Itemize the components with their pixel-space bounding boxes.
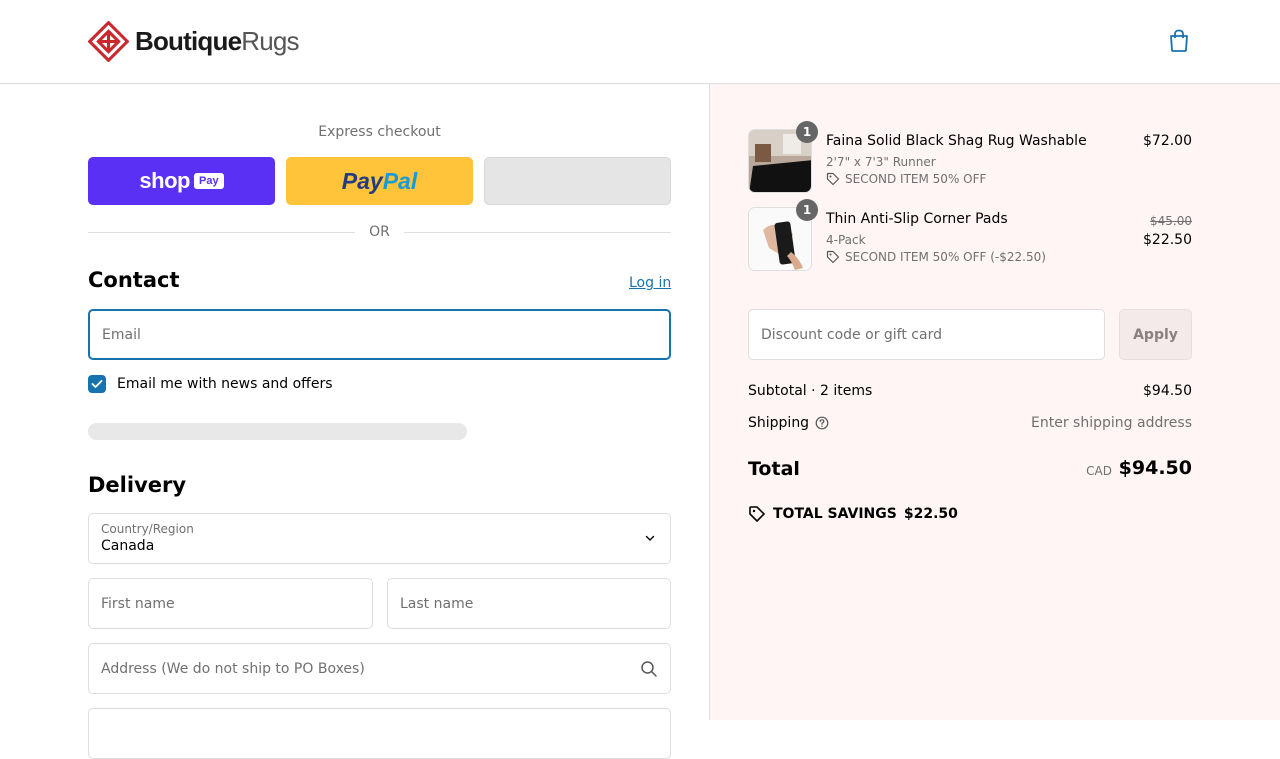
search-icon[interactable] — [640, 660, 658, 678]
log-in-link[interactable]: Log in — [629, 275, 671, 291]
total-row: Total CAD $94.50 — [748, 456, 1192, 484]
brand-name: BoutiqueRugs — [135, 26, 300, 57]
express-checkout-label: Express checkout — [318, 124, 441, 140]
divider-line — [88, 231, 356, 233]
cart-line-item: 1 Thin Anti-Slip Corner Pads 4-Pack SECO… — [748, 199, 1192, 271]
discount-code-input[interactable] — [749, 310, 1104, 359]
paypal-wordmark-part1: Pay — [341, 167, 383, 194]
loading-skeleton — [88, 423, 467, 440]
product-variant: 4-Pack — [826, 233, 866, 247]
tag-icon — [826, 250, 840, 264]
cart-button[interactable] — [1168, 29, 1192, 53]
delivery-heading: Delivery — [88, 473, 187, 497]
shipping-value: Enter shipping address — [1031, 415, 1192, 431]
brand-logo[interactable]: BoutiqueRugs — [88, 21, 300, 62]
first-name-field-wrapper — [88, 578, 373, 629]
subtotal-label: Subtotal · 2 items — [748, 383, 873, 399]
currency-code: CAD — [1086, 464, 1112, 478]
first-name-field[interactable] — [89, 579, 372, 628]
tag-icon — [826, 172, 840, 186]
chevron-down-icon — [645, 535, 655, 541]
shipping-label: Shipping — [748, 415, 810, 431]
news-offers-label: Email me with news and offers — [117, 376, 333, 392]
site-header: BoutiqueRugs — [0, 0, 1280, 84]
divider-line — [403, 231, 671, 233]
discount-code-field-wrapper — [748, 309, 1105, 360]
email-field[interactable] — [90, 311, 669, 358]
discount-tag-label: SECOND ITEM 50% OFF (-$22.50) — [845, 250, 1046, 264]
total-savings: TOTAL SAVINGS $22.50 — [748, 505, 958, 523]
discount-tag: SECOND ITEM 50% OFF — [826, 172, 986, 186]
shop-pay-wordmark: shop — [139, 168, 190, 193]
shopping-bag-icon — [1170, 29, 1188, 52]
cart-line-item: 1 Faina Solid Black Shag Rug Washable 2'… — [748, 121, 1192, 193]
product-name: Thin Anti-Slip Corner Pads — [826, 211, 1008, 227]
last-name-field-wrapper — [387, 578, 671, 629]
checkout-form-column: Express checkout shop Pay Pay Pal OR Cont… — [0, 84, 710, 759]
original-price: $45.00 — [1150, 214, 1192, 228]
subtotal-value: $94.50 — [1143, 383, 1192, 399]
brand-name-bold: Boutique — [135, 26, 242, 56]
shipping-row: Shipping Enter shipping address — [748, 415, 1192, 431]
shop-pay-badge: Pay — [193, 173, 224, 189]
product-price: $22.50 — [1143, 232, 1192, 248]
country-region-value: Canada — [101, 538, 155, 554]
express-payment-placeholder-button[interactable] — [484, 157, 671, 205]
paypal-wordmark-part2: Pal — [382, 167, 418, 194]
savings-label: TOTAL SAVINGS — [773, 506, 897, 522]
brand-name-regular: Rugs — [241, 26, 299, 56]
country-region-select[interactable]: Country/Region Canada — [88, 513, 671, 564]
or-divider: OR — [88, 224, 671, 240]
order-summary: 1 Faina Solid Black Shag Rug Washable 2'… — [710, 84, 1280, 720]
product-name: Faina Solid Black Shag Rug Washable — [826, 133, 1087, 149]
discount-tag: SECOND ITEM 50% OFF (-$22.50) — [826, 250, 1046, 264]
news-offers-checkbox[interactable] — [88, 375, 106, 393]
last-name-field[interactable] — [388, 579, 670, 628]
news-offers-checkbox-row[interactable]: Email me with news and offers — [88, 375, 333, 393]
country-region-label: Country/Region — [101, 522, 194, 536]
product-price: $72.00 — [1143, 133, 1192, 149]
apply-discount-button[interactable]: Apply — [1119, 309, 1192, 360]
checkmark-icon — [91, 380, 103, 388]
shop-pay-button[interactable]: shop Pay — [88, 157, 275, 205]
help-circle-icon[interactable] — [815, 416, 829, 430]
total-value: $94.50 — [1118, 457, 1192, 479]
quantity-badge: 1 — [796, 199, 818, 221]
paypal-button[interactable]: Pay Pal — [286, 157, 473, 205]
quantity-badge: 1 — [796, 121, 818, 143]
discount-tag-label: SECOND ITEM 50% OFF — [845, 172, 987, 186]
logo-mark-icon — [88, 21, 129, 62]
savings-value: $22.50 — [903, 506, 958, 522]
tag-icon — [749, 506, 765, 522]
email-field-wrapper — [88, 309, 671, 360]
address-field-wrapper — [88, 643, 671, 694]
product-variant: 2'7" x 7'3" Runner — [826, 155, 936, 169]
total-label: Total — [748, 458, 800, 480]
or-label: OR — [369, 224, 390, 240]
subtotal-row: Subtotal · 2 items $94.50 — [748, 383, 1192, 399]
contact-heading: Contact — [88, 268, 180, 292]
next-field-wrapper[interactable] — [88, 708, 671, 759]
address-field[interactable] — [89, 644, 670, 693]
